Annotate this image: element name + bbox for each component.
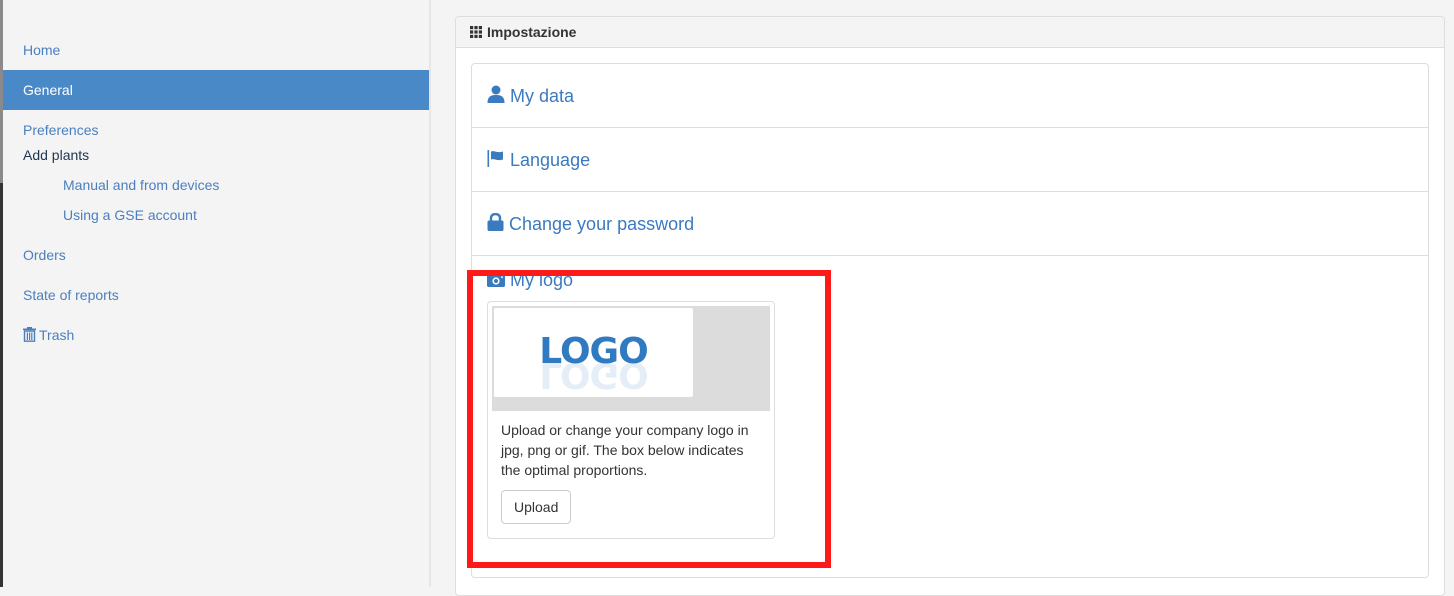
sidebar-item-label: Trash xyxy=(39,327,75,343)
sidebar-item-trash[interactable]: Trash xyxy=(3,315,429,355)
sidebar-item-label: Using a GSE account xyxy=(63,207,197,223)
sidebar-item-label: State of reports xyxy=(23,287,119,303)
settings-panel: Impostazione My data Language Change you… xyxy=(455,16,1445,596)
language-link[interactable]: Language xyxy=(487,150,590,170)
sidebar-item-preferences[interactable]: Preferences xyxy=(3,110,429,140)
grid-icon xyxy=(470,26,482,38)
sidebar-item-label: Preferences xyxy=(23,122,99,138)
my-logo-link[interactable]: My logo xyxy=(487,270,573,290)
logo-image: LOGO LOGO xyxy=(494,308,693,397)
section-my-data: My data xyxy=(472,64,1428,128)
sidebar-item-state-of-reports[interactable]: State of reports xyxy=(3,275,429,315)
trash-icon xyxy=(23,327,36,342)
logo-caption: Upload or change your company logo in jp… xyxy=(492,411,770,524)
main-divider xyxy=(430,0,431,587)
flag-icon xyxy=(487,150,503,167)
upload-button[interactable]: Upload xyxy=(501,490,572,524)
panel-title: Impostazione xyxy=(487,24,577,40)
language-label: Language xyxy=(510,150,591,170)
sidebar-group-add-plants: Add plants xyxy=(3,140,429,170)
sidebar-item-label: Home xyxy=(23,42,61,58)
my-data-link[interactable]: My data xyxy=(487,85,575,106)
sidebar-item-label: General xyxy=(23,82,73,98)
sidebar-group-label: Add plants xyxy=(23,147,90,163)
sidebar-item-label: Manual and from devices xyxy=(63,177,220,193)
section-password: Change your password xyxy=(472,192,1428,256)
user-icon xyxy=(487,85,505,103)
section-my-logo: My logo LOGO LOGO Upload or change your c… xyxy=(472,256,1428,539)
change-password-link[interactable]: Change your password xyxy=(487,212,695,234)
sidebar-item-label: Orders xyxy=(23,247,66,263)
sidebar-nav: Home General Preferences Add plants Manu… xyxy=(3,30,429,355)
logo-caption-text: Upload or change your company logo in jp… xyxy=(501,422,749,478)
sidebar-item-general[interactable]: General xyxy=(3,70,429,110)
lock-icon xyxy=(487,212,504,231)
my-logo-label: My logo xyxy=(510,270,574,290)
logo-placeholder-text: LOGO LOGO xyxy=(539,331,648,396)
settings-list: My data Language Change your password My… xyxy=(471,63,1429,578)
logo-thumbnail: LOGO LOGO Upload or change your company l… xyxy=(487,301,775,539)
sidebar-item-orders[interactable]: Orders xyxy=(3,235,429,275)
sidebar-item-manual-devices[interactable]: Manual and from devices xyxy=(3,170,429,200)
section-language: Language xyxy=(472,128,1428,192)
sidebar-item-gse-account[interactable]: Using a GSE account xyxy=(3,200,429,230)
camera-icon xyxy=(487,272,505,287)
my-data-label: My data xyxy=(510,86,575,106)
panel-heading: Impostazione xyxy=(456,17,1444,48)
sidebar-item-home[interactable]: Home xyxy=(3,30,429,70)
change-password-label: Change your password xyxy=(509,214,695,234)
logo-text: LOGO xyxy=(539,331,648,372)
logo-preview: LOGO LOGO xyxy=(492,306,770,411)
sidebar: Home General Preferences Add plants Manu… xyxy=(3,0,430,587)
